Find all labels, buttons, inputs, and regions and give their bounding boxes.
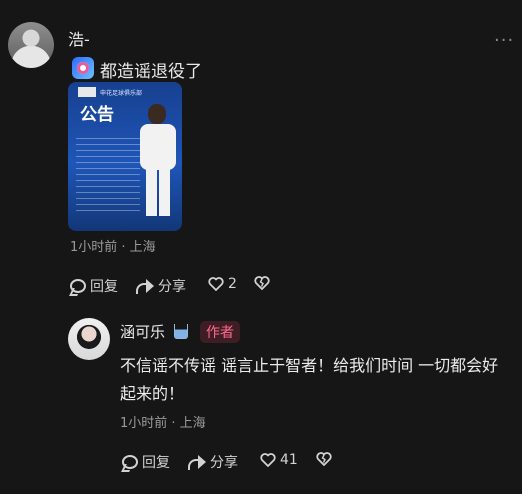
commenter-name[interactable]: 浩- xyxy=(68,26,90,50)
player-photo xyxy=(138,102,178,222)
share-button[interactable]: 分享 xyxy=(136,276,186,296)
comment-icon xyxy=(122,455,138,469)
reply-label: 回复 xyxy=(90,279,118,295)
club-name: 申花足球俱乐部 xyxy=(100,90,143,97)
drink-icon xyxy=(174,324,188,339)
share-label: 分享 xyxy=(210,455,238,471)
like-count: 2 xyxy=(228,276,237,292)
reply-text: 不信谣不传谣 谣言止于智者！给我们时间 一切都会好起来的！ xyxy=(120,356,499,403)
reply-reply-button[interactable]: 回复 xyxy=(122,452,170,472)
like-button[interactable]: 2 xyxy=(208,276,237,292)
reply-author-name[interactable]: 涵可乐 xyxy=(120,321,165,342)
like-count: 41 xyxy=(280,452,298,468)
dislike-button[interactable] xyxy=(254,276,270,290)
reply-label: 回复 xyxy=(142,455,170,471)
comment-text: 都造谣退役了 xyxy=(100,62,202,82)
heart-icon xyxy=(260,453,276,467)
author-badge: 作者 xyxy=(200,321,240,343)
reply-meta: 1小时前 · 上海 xyxy=(120,416,206,431)
heart-icon xyxy=(208,277,224,291)
comment-meta: 1小时前 · 上海 xyxy=(70,240,156,255)
avatar[interactable] xyxy=(8,22,54,68)
share-icon xyxy=(136,279,154,294)
reply-dislike-button[interactable] xyxy=(316,452,332,466)
more-options-icon[interactable]: ··· xyxy=(494,30,514,51)
reply-avatar[interactable] xyxy=(68,318,110,360)
comment-icon xyxy=(70,279,86,293)
notice-body xyxy=(76,138,140,216)
reply-share-button[interactable]: 分享 xyxy=(188,452,238,472)
share-icon xyxy=(188,455,206,470)
reply-button[interactable]: 回复 xyxy=(70,276,118,296)
notice-title: 公告 xyxy=(80,105,114,125)
broken-heart-icon xyxy=(254,276,270,290)
post-image[interactable]: 申花足球俱乐部 公告 xyxy=(68,82,182,231)
share-label: 分享 xyxy=(158,279,186,295)
reply-like-button[interactable]: 41 xyxy=(260,452,298,468)
broken-heart-icon xyxy=(316,452,332,466)
emoji-badge-icon xyxy=(72,57,94,79)
club-logo xyxy=(78,87,96,97)
